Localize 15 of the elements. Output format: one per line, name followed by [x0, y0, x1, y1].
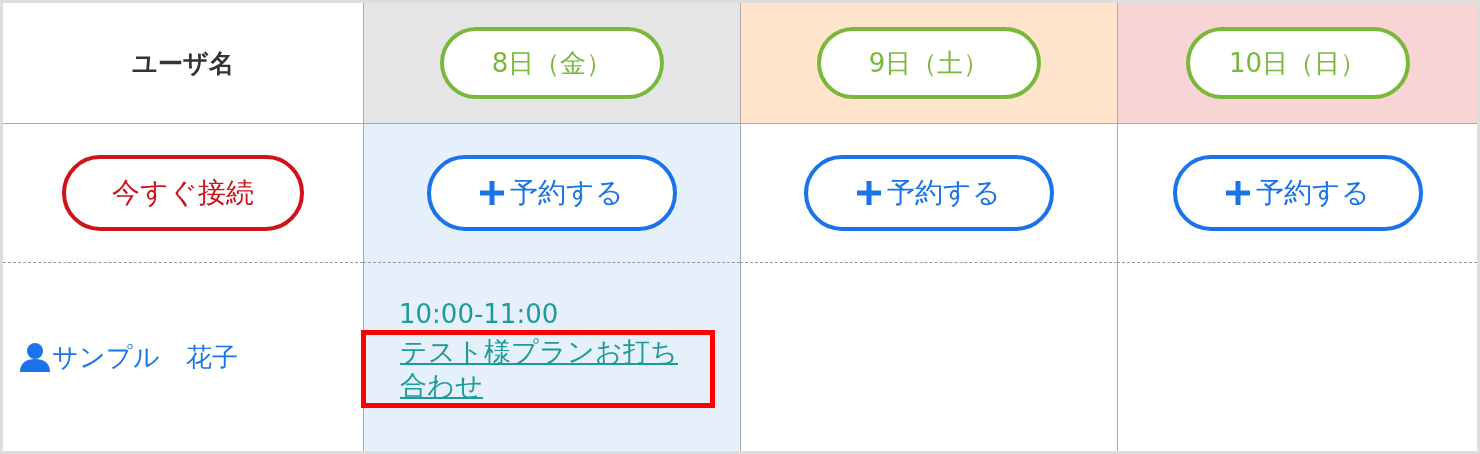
reserve-button[interactable]: 予約する	[427, 155, 677, 231]
booking-link[interactable]: テスト様プランお打ち合わせ	[400, 335, 681, 403]
user-name[interactable]: サンプル 花子	[3, 339, 238, 375]
plus-icon	[480, 181, 504, 205]
reserve-button[interactable]: 予約する	[804, 155, 1054, 231]
connect-button[interactable]: 今すぐ接続	[62, 155, 304, 231]
plus-icon	[857, 181, 881, 205]
person-icon	[20, 342, 50, 372]
reserve-button[interactable]: 予約する	[1172, 155, 1423, 231]
column-header: ユーザ名	[132, 47, 234, 80]
booking-time: 10:00-11:00	[399, 299, 559, 331]
day-button[interactable]: 9日（土）	[817, 27, 1041, 99]
plus-icon	[1225, 181, 1250, 205]
day-button[interactable]: 8日（金）	[440, 27, 664, 99]
day-button[interactable]: 10日（日）	[1185, 27, 1410, 99]
